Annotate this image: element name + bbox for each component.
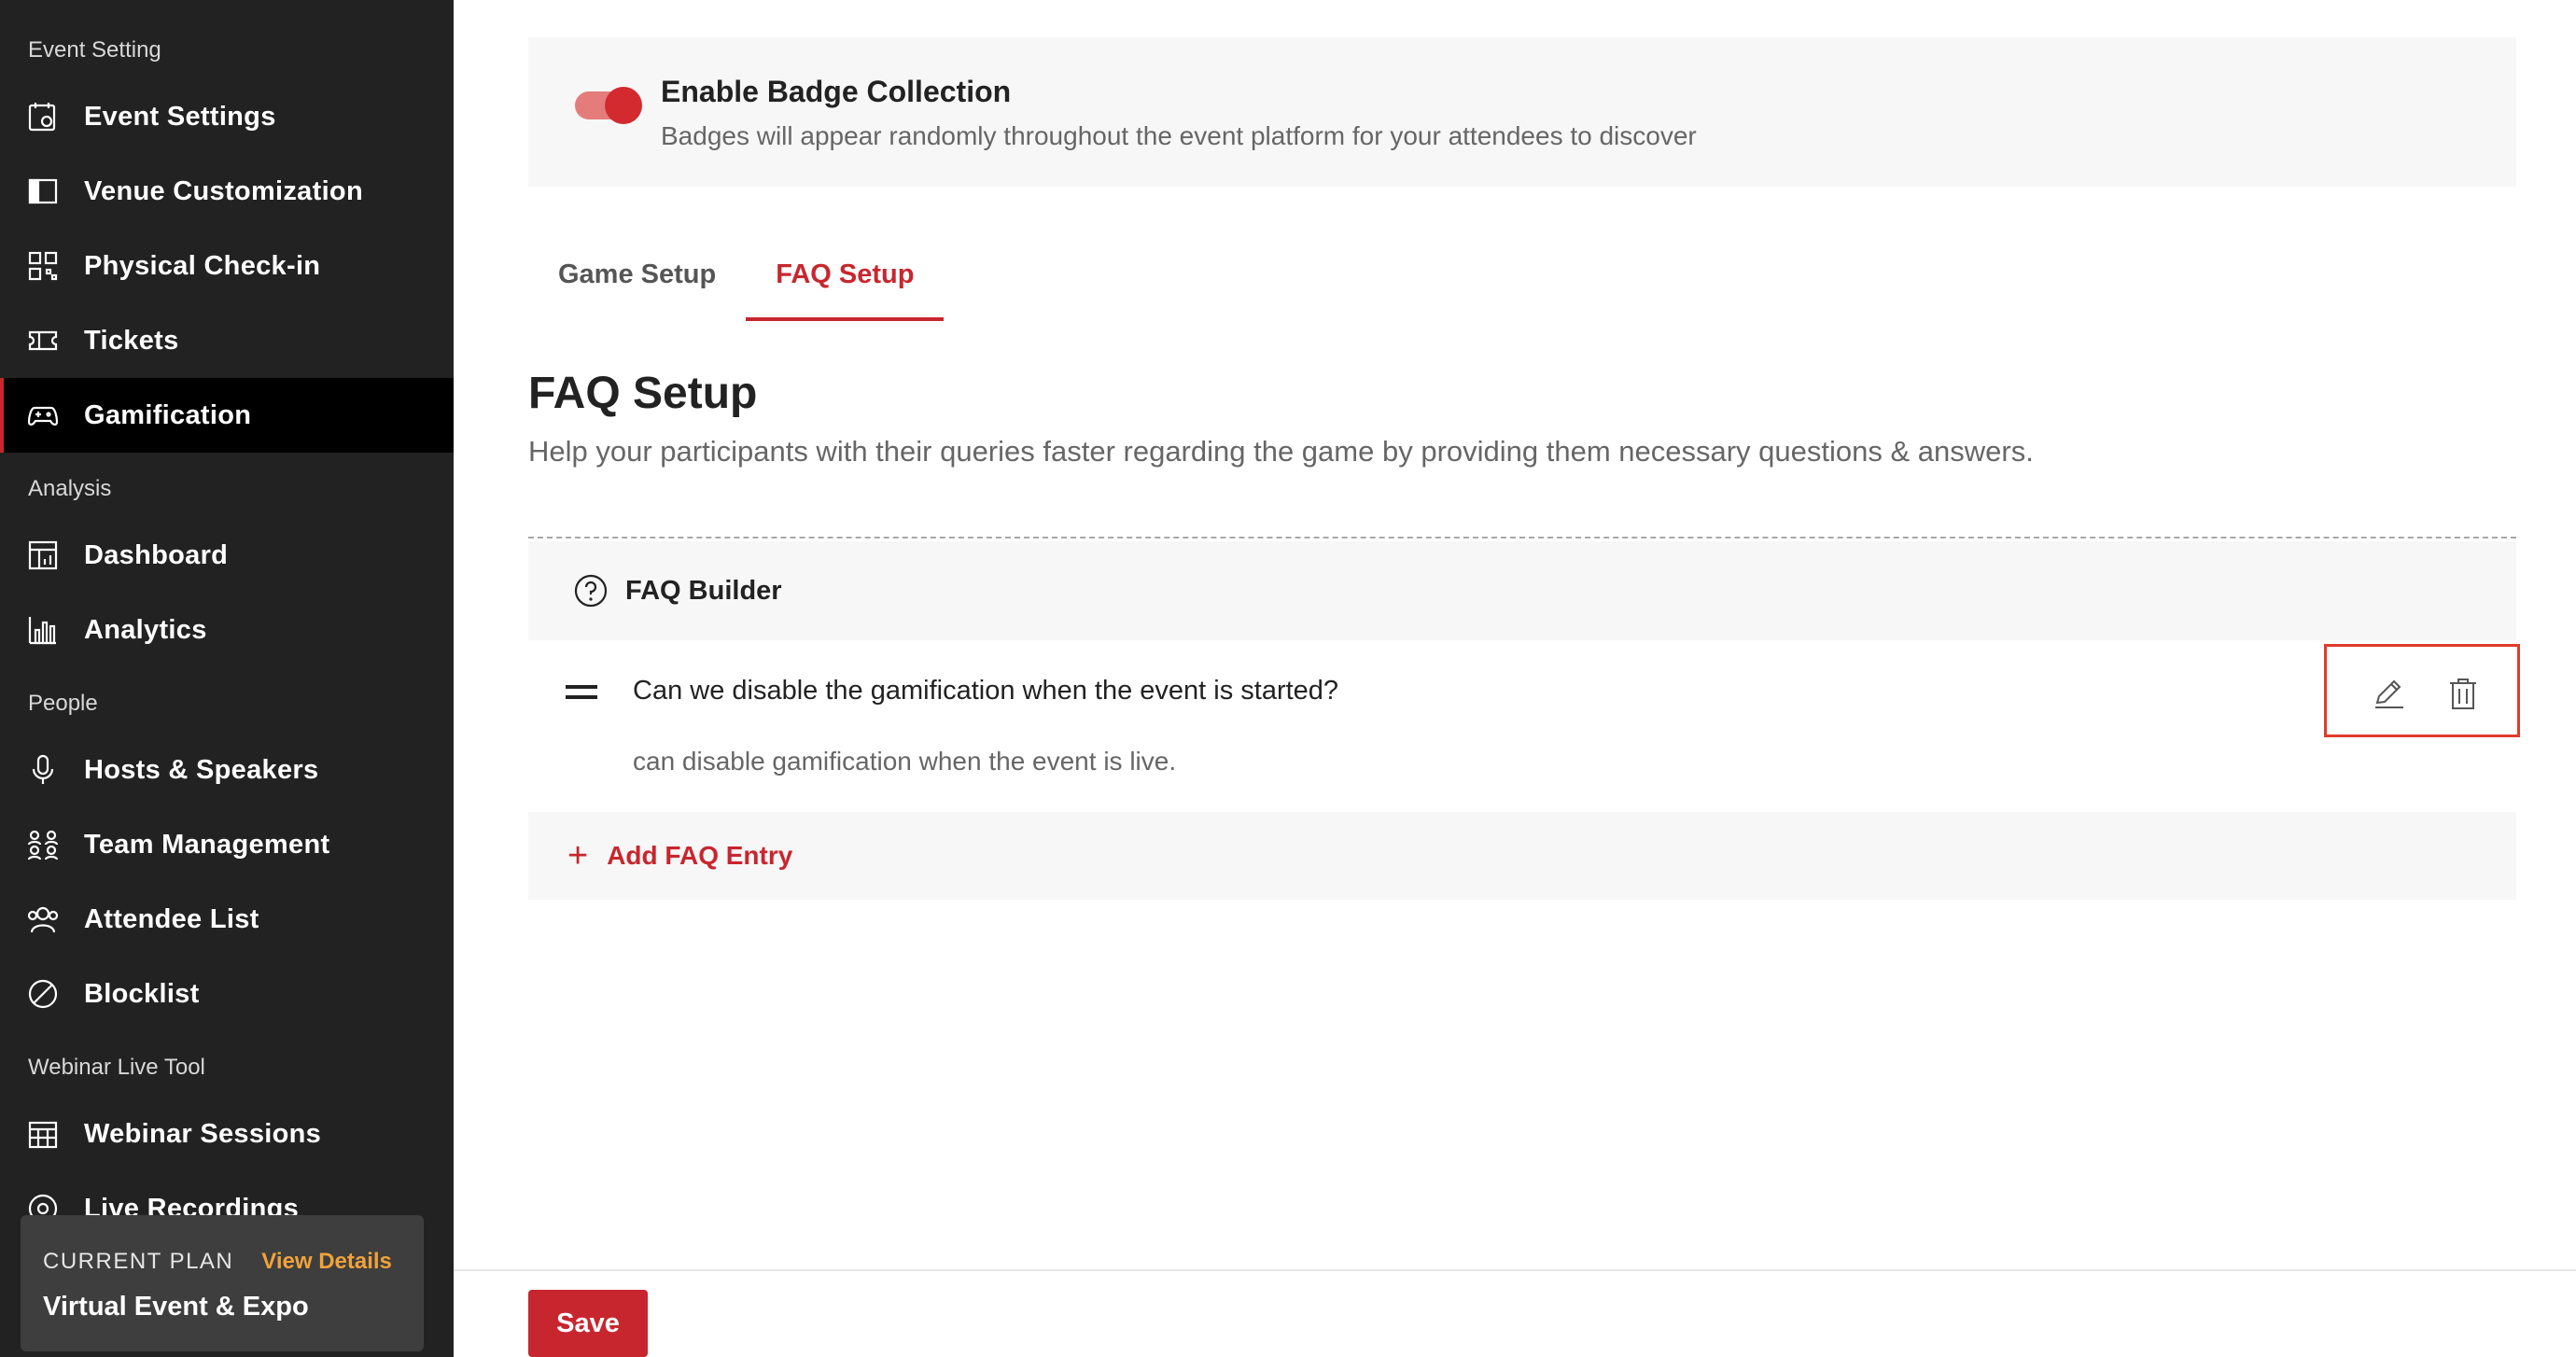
microphone-icon <box>26 753 60 787</box>
toggle-knob <box>605 87 642 124</box>
faq-question: Can we disable the gamification when the… <box>633 676 1339 706</box>
users-icon <box>26 902 60 936</box>
footer-bar: Save <box>454 1269 2576 1357</box>
section-title-analysis: Analysis <box>28 476 112 501</box>
main-content: Enable Badge Collection Badges will appe… <box>454 0 2576 1357</box>
block-icon <box>26 977 60 1011</box>
sidebar-item-label: Webinar Sessions <box>84 1118 322 1149</box>
faq-builder-title: FAQ Builder <box>625 575 782 606</box>
sidebar-item-label: Tickets <box>84 325 179 356</box>
qr-code-icon <box>26 249 60 283</box>
sidebar-item-label: Team Management <box>84 829 330 860</box>
sidebar-item-label: Attendee List <box>84 903 259 934</box>
sidebar-item-dashboard[interactable]: Dashboard <box>0 518 454 593</box>
sidebar-item-physical-check-in[interactable]: Physical Check-in <box>0 229 454 303</box>
add-faq-entry-button[interactable]: + Add FAQ Entry <box>528 812 2516 900</box>
save-button[interactable]: Save <box>528 1290 648 1357</box>
current-plan-card: CURRENT PLAN View Details Virtual Event … <box>21 1215 424 1351</box>
trash-icon[interactable] <box>2444 675 2482 712</box>
sidebar-item-label: Hosts & Speakers <box>84 754 319 785</box>
faq-answer: can disable gamification when the event … <box>633 747 1177 776</box>
sidebar-item-hosts-speakers[interactable]: Hosts & Speakers <box>0 733 454 807</box>
setup-tabs: Game Setup FAQ Setup <box>528 243 945 321</box>
sidebar-item-event-settings[interactable]: Event Settings <box>0 79 454 154</box>
badge-collection-title: Enable Badge Collection <box>661 75 1012 108</box>
sidebar-item-label: Event Settings <box>84 101 276 132</box>
badge-collection-panel: Enable Badge Collection Badges will appe… <box>528 37 2516 187</box>
page-description: Help your participants with their querie… <box>528 435 2034 468</box>
plus-icon: + <box>567 836 589 875</box>
sidebar-item-label: Blocklist <box>84 978 200 1009</box>
section-title-webinar-live-tool: Webinar Live Tool <box>28 1055 205 1080</box>
edit-icon[interactable] <box>2370 675 2407 712</box>
current-plan-name: Virtual Event & Expo <box>43 1292 309 1322</box>
view-details-link[interactable]: View Details <box>261 1249 392 1275</box>
tab-game-setup[interactable]: Game Setup <box>528 243 746 321</box>
sidebar-item-attendee-list[interactable]: Attendee List <box>0 882 454 957</box>
sidebar-item-tickets[interactable]: Tickets <box>0 303 454 378</box>
sidebar-item-gamification[interactable]: Gamification <box>0 378 454 453</box>
ticket-icon <box>26 324 60 357</box>
page-title: FAQ Setup <box>528 369 758 418</box>
bar-chart-icon <box>26 613 60 647</box>
sidebar-item-team-management[interactable]: Team Management <box>0 807 454 882</box>
gamepad-icon <box>26 399 60 432</box>
badge-collection-description: Badges will appear randomly throughout t… <box>661 121 1697 150</box>
add-faq-entry-label: Add FAQ Entry <box>607 841 793 870</box>
faq-entry: Can we disable the gamification when the… <box>528 642 2520 810</box>
faq-actions-highlight <box>2324 644 2520 737</box>
dashed-divider <box>528 537 2516 539</box>
calendar-gear-icon <box>26 100 60 133</box>
section-title-people: People <box>28 691 98 716</box>
layout-icon <box>26 175 60 208</box>
current-plan-label: CURRENT PLAN <box>43 1249 234 1274</box>
sidebar-item-venue-customization[interactable]: Venue Customization <box>0 154 454 229</box>
sidebar-item-analytics[interactable]: Analytics <box>0 593 454 667</box>
sidebar-item-webinar-sessions[interactable]: Webinar Sessions <box>0 1097 454 1171</box>
tab-faq-setup[interactable]: FAQ Setup <box>746 243 945 321</box>
sidebar-item-label: Analytics <box>84 614 207 645</box>
calendar-grid-icon <box>26 1117 60 1151</box>
sidebar-item-label: Physical Check-in <box>84 250 321 281</box>
dashboard-icon <box>26 539 60 572</box>
section-title-event-setting: Event Setting <box>28 37 161 63</box>
badge-collection-toggle[interactable] <box>575 87 642 124</box>
sidebar-item-label: Dashboard <box>84 539 229 570</box>
faq-builder-header: FAQ Builder <box>528 541 2516 640</box>
question-circle-icon <box>573 573 609 609</box>
sidebar-item-blocklist[interactable]: Blocklist <box>0 957 454 1031</box>
sidebar-item-label: Gamification <box>84 399 252 430</box>
team-icon <box>26 828 60 861</box>
drag-handle-icon[interactable] <box>566 685 597 704</box>
sidebar-item-label: Venue Customization <box>84 175 363 206</box>
sidebar: Event Setting Event Settings Venue Custo… <box>0 0 454 1357</box>
